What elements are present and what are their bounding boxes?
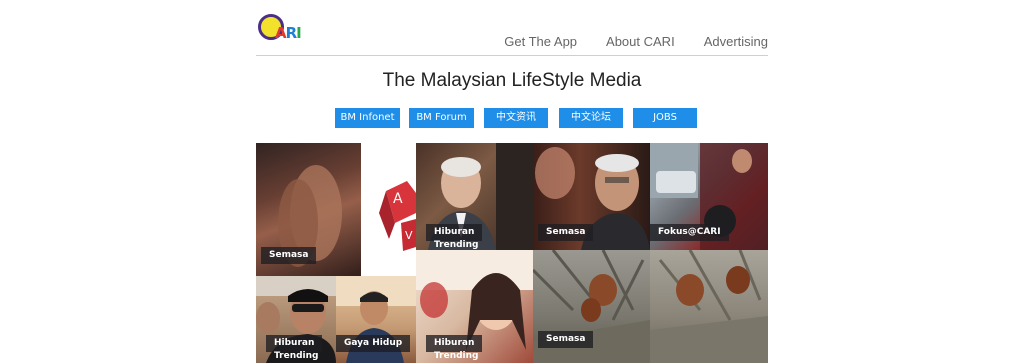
article-tile-gaya-hidup[interactable]: Gaya Hidup — [336, 276, 416, 363]
cari-logo[interactable]: ARI — [258, 13, 318, 45]
svg-text:A: A — [393, 191, 403, 207]
red-cubes-graphic: A V — [379, 181, 416, 251]
jobs-button[interactable]: JOBS — [633, 108, 697, 128]
tile-category-label: Semasa — [538, 331, 594, 348]
article-tile-hiburan-man[interactable]: Hiburan Trending — [416, 143, 533, 250]
bm-forum-button[interactable]: BM Forum — [409, 108, 474, 128]
orangutan-photo-2 — [650, 250, 768, 363]
site-header: ARI Get The App About CARI Advertising — [256, 0, 768, 56]
chinese-forum-button[interactable]: 中文论坛 — [559, 108, 623, 128]
top-nav: Get The App About CARI Advertising — [475, 34, 768, 49]
svg-text:V: V — [405, 229, 413, 242]
logo-wordmark: ARI — [275, 24, 302, 42]
tile-category-label: Hiburan — [426, 224, 483, 241]
tile-category-label: Gaya Hidup — [336, 335, 411, 352]
tile-subcategory-label: Trending — [434, 240, 479, 250]
page: ARI Get The App About CARI Advertising T… — [0, 0, 1024, 363]
nav-get-the-app[interactable]: Get The App — [504, 34, 577, 49]
tile-category-label: Hiburan — [426, 335, 483, 352]
category-buttons: BM Infonet BM Forum 中文资讯 中文论坛 JOBS — [0, 108, 1024, 128]
nav-about-cari[interactable]: About CARI — [606, 34, 675, 49]
tile-category-label: Hiburan — [266, 335, 323, 352]
tile-subcategory-label: Trending — [274, 351, 319, 361]
article-tile-semasa-mahathir[interactable]: Semasa — [533, 143, 650, 250]
article-tile-semasa-hands[interactable]: Semasa — [256, 143, 361, 276]
tile-subcategory-label: Trending — [434, 351, 479, 361]
tile-category-label: Fokus@CARI — [650, 224, 729, 241]
article-tile-semasa-orangutan[interactable]: Semasa — [533, 250, 650, 363]
article-grid: Semasa A V Hiburan Trending Semasa Fokus… — [256, 143, 768, 363]
nav-advertising[interactable]: Advertising — [704, 34, 768, 49]
article-tile-fokus-cari[interactable]: Fokus@CARI — [650, 143, 768, 250]
article-tile-hiburan-woman[interactable]: Hiburan Trending — [416, 250, 533, 363]
bm-infonet-button[interactable]: BM Infonet — [335, 108, 400, 128]
page-tagline: The Malaysian LifeStyle Media — [382, 70, 642, 91]
tile-category-label: Semasa — [538, 224, 594, 241]
tile-category-label: Semasa — [261, 247, 317, 264]
chinese-news-button[interactable]: 中文资讯 — [484, 108, 548, 128]
article-tile-cubes[interactable]: A V — [361, 143, 416, 276]
article-tile-orangutan-2[interactable] — [650, 250, 768, 363]
article-tile-hiburan-men[interactable]: Hiburan Trending — [256, 276, 336, 363]
